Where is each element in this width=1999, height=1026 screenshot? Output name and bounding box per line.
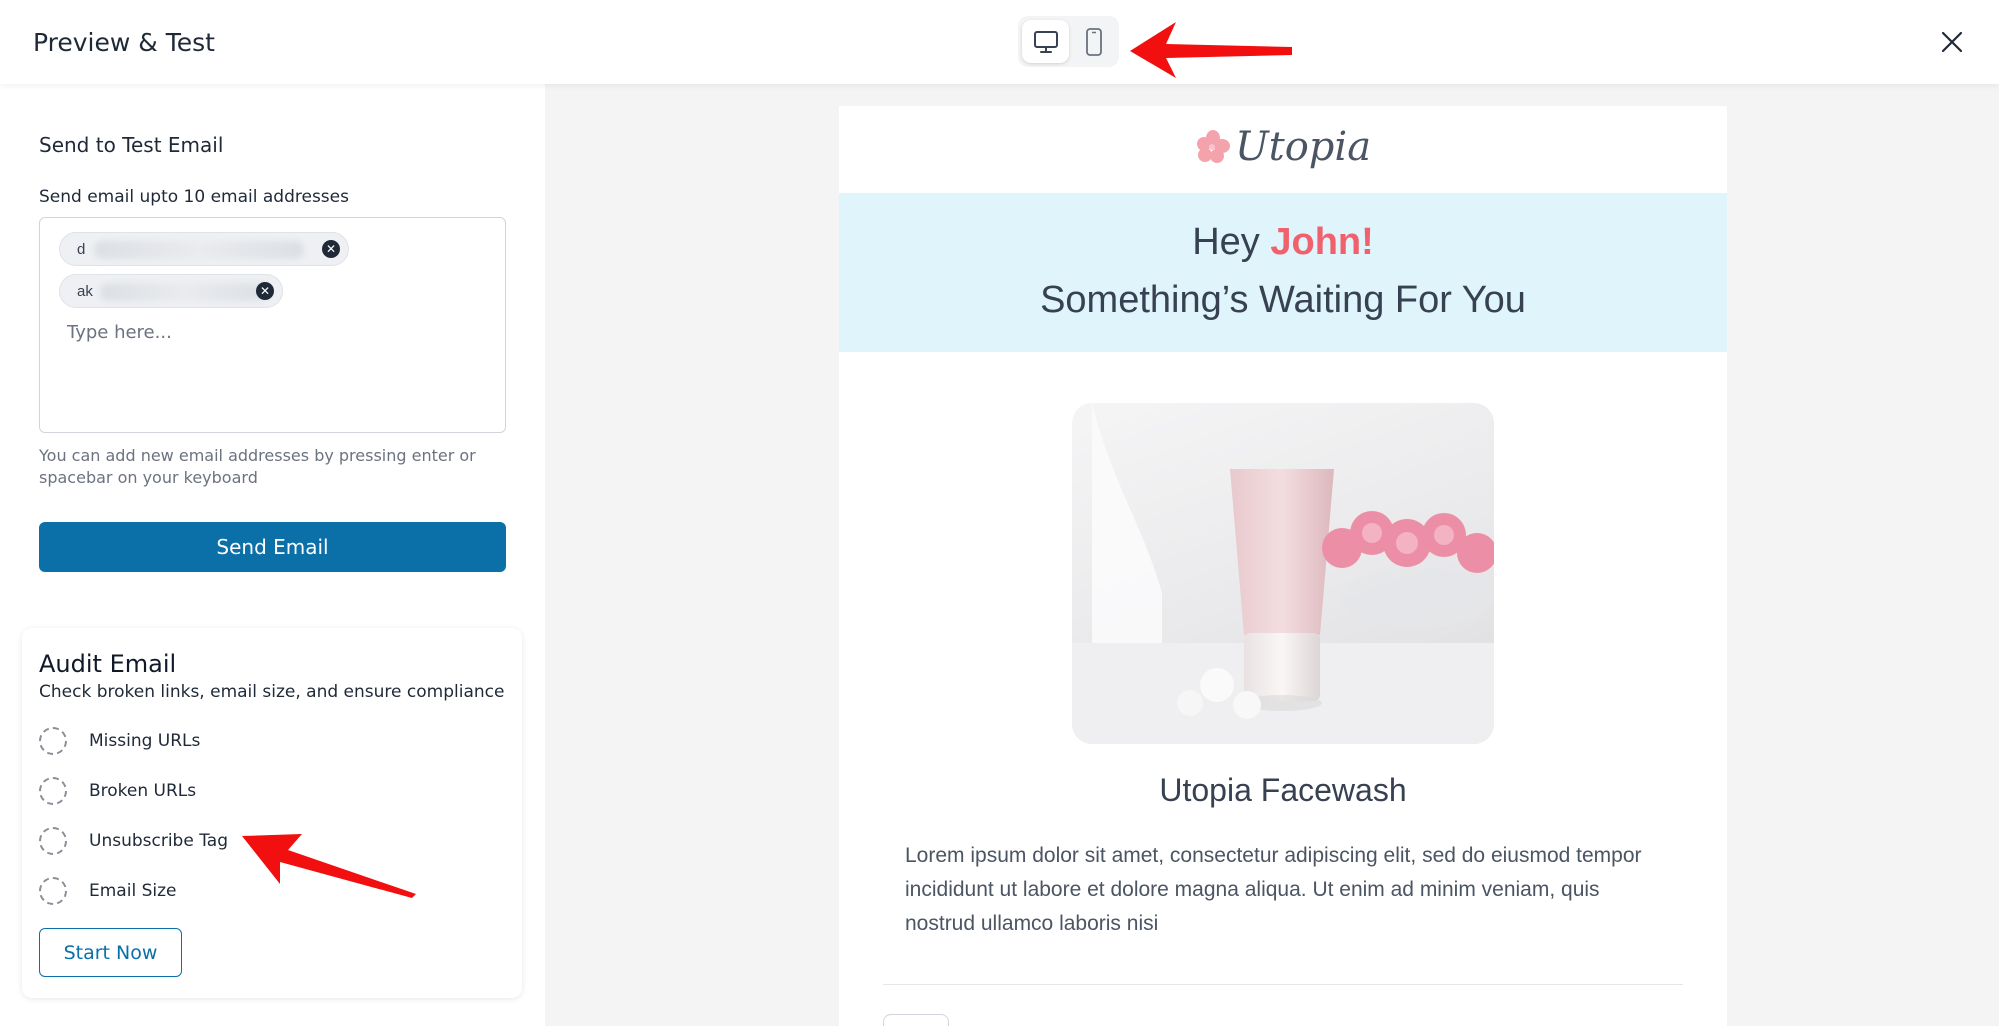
hero-banner [839, 193, 1727, 352]
email-chip: d ✕ [59, 232, 349, 266]
email-preview: Utopia Hey John! Something’s Waiting For… [839, 106, 1727, 1026]
next-product-thumbnail [883, 1014, 949, 1026]
recipient-name: John! [1270, 221, 1374, 263]
close-button[interactable] [1932, 25, 1972, 59]
pending-status-icon [39, 827, 67, 855]
audit-item-unsubscribe-tag: Unsubscribe Tag [39, 826, 228, 856]
greeting-heading: Hey John! [839, 221, 1727, 264]
hero-subheading: Something’s Waiting For You [1040, 279, 1526, 321]
redacted-email-blur [94, 241, 304, 259]
product-description: Lorem ipsum dolor sit amet, consectetur … [905, 844, 1642, 935]
audit-item-email-size: Email Size [39, 876, 176, 906]
email-chip-label: ak [77, 282, 93, 300]
email-logo: Utopia [839, 122, 1727, 172]
email-type-input[interactable] [67, 322, 487, 343]
email-chip: ak ✕ [59, 274, 283, 308]
email-addresses-label: Send email upto 10 email addresses [39, 187, 349, 207]
remove-chip-icon[interactable]: ✕ [322, 240, 340, 258]
audit-title: Audit Email [39, 650, 177, 678]
audit-description: Check broken links, email size, and ensu… [39, 682, 505, 702]
logo-text: Utopia [1234, 124, 1372, 170]
mobile-icon [1085, 27, 1102, 56]
annotation-arrow-icon [1130, 22, 1292, 78]
content-divider [883, 984, 1683, 985]
device-toggle [1018, 16, 1119, 67]
mobile-view-button[interactable] [1070, 20, 1117, 63]
greeting-prefix: Hey [1192, 221, 1271, 263]
product-image [1072, 403, 1494, 744]
audit-item-label: Broken URLs [89, 781, 197, 801]
remove-chip-icon[interactable]: ✕ [256, 282, 274, 300]
audit-item-label: Unsubscribe Tag [89, 831, 228, 851]
annotation-arrow-icon [242, 834, 416, 898]
email-chip-label: d [77, 240, 86, 258]
desktop-icon [1033, 30, 1058, 53]
pending-status-icon [39, 777, 67, 805]
product-title: Utopia Facewash [1159, 772, 1407, 808]
audit-item-broken-urls: Broken URLs [39, 776, 196, 806]
send-test-title: Send to Test Email [39, 133, 224, 157]
start-audit-button[interactable]: Start Now [39, 928, 182, 977]
close-icon [1941, 31, 1963, 53]
flower-logo-icon [1196, 130, 1230, 163]
pending-status-icon [39, 877, 67, 905]
audit-item-missing-urls: Missing URLs [39, 726, 200, 756]
pending-status-icon [39, 727, 67, 755]
audit-item-label: Missing URLs [89, 731, 201, 751]
audit-item-label: Email Size [89, 881, 177, 901]
top-bar: Preview & Test [0, 0, 1999, 84]
desktop-view-button[interactable] [1022, 20, 1069, 63]
send-email-button[interactable]: Send Email [39, 522, 506, 572]
email-helper-text: You can add new email addresses by press… [39, 446, 476, 487]
redacted-email-blur [100, 283, 270, 301]
page-title: Preview & Test [33, 28, 215, 57]
